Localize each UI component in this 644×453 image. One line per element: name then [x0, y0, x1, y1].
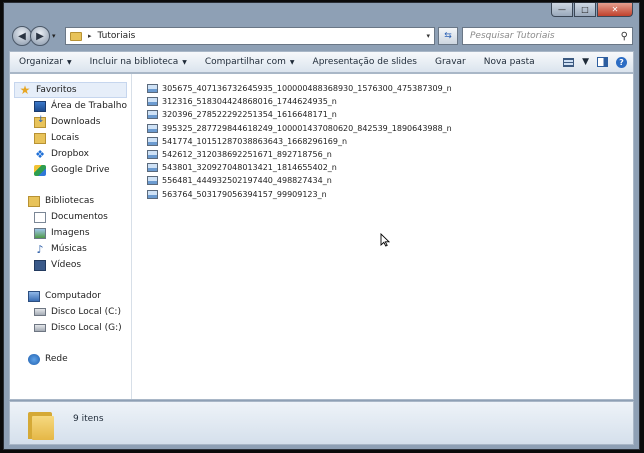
file-item[interactable]: 395325_287729844618249_100001437080620_8…: [147, 122, 452, 135]
command-bar: Organizar ▼ Incluir na biblioteca ▼ Compar…: [9, 51, 634, 73]
dropdown-arrow-icon: ▼: [182, 58, 187, 66]
back-arrow-icon: ◀: [18, 30, 26, 42]
file-item[interactable]: 320396_278522292251354_1616648171_n: [147, 108, 452, 121]
address-bar[interactable]: ▸ Tutoriais ▾: [65, 27, 435, 45]
maximize-button[interactable]: □: [574, 3, 596, 17]
libraries-icon: [28, 195, 40, 207]
close-button[interactable]: ✕: [597, 3, 633, 17]
nav-computador[interactable]: Computador: [10, 288, 131, 304]
file-item[interactable]: 312316_518304424868016_1744624935_n: [147, 95, 452, 108]
preview-pane-icon[interactable]: [597, 57, 608, 67]
folder-icon: [70, 31, 82, 41]
item-count: 9 itens: [73, 414, 104, 424]
image-file-icon: [147, 176, 158, 186]
file-list: 305675_407136732645935_100000488368930_1…: [147, 82, 452, 201]
image-file-icon: [147, 136, 158, 146]
nav-videos[interactable]: Vídeos: [10, 257, 131, 273]
back-button[interactable]: ◀: [12, 26, 32, 46]
search-icon[interactable]: ⚲: [621, 31, 628, 42]
image-file-icon: [147, 163, 158, 173]
nova-pasta-button[interactable]: Nova pasta: [475, 57, 544, 67]
navigation-pane[interactable]: ★Favoritos Área de Trabalho Downloads Lo…: [10, 74, 132, 399]
incluir-biblioteca-button[interactable]: Incluir na biblioteca ▼: [81, 57, 196, 67]
computer-icon: [28, 290, 40, 302]
gravar-button[interactable]: Gravar: [426, 57, 475, 67]
caption-buttons: — □ ✕: [551, 3, 633, 17]
nav-rede[interactable]: Rede: [10, 351, 131, 367]
file-item[interactable]: 556481_444932502197440_498827434_n: [147, 174, 452, 187]
nav-imagens[interactable]: Imagens: [10, 225, 131, 241]
nav-locais[interactable]: Locais: [10, 130, 131, 146]
view-dropdown-icon[interactable]: ▼: [582, 57, 589, 67]
hard-drive-icon: [34, 308, 46, 316]
breadcrumb-separator[interactable]: ▸: [88, 32, 92, 40]
image-file-icon: [147, 84, 158, 94]
organizar-button[interactable]: Organizar ▼: [10, 57, 81, 67]
forward-arrow-icon: ▶: [36, 30, 44, 42]
recent-places-icon: [34, 132, 46, 144]
change-view-icon[interactable]: [563, 57, 575, 67]
toolbar-right: ▼ ?: [563, 56, 633, 68]
dropdown-arrow-icon: ▼: [67, 58, 72, 66]
nav-musicas[interactable]: ♪ Músicas: [10, 241, 131, 257]
recent-pages-dropdown[interactable]: ▾: [52, 32, 56, 40]
compartilhar-button[interactable]: Compartilhar com ▼: [196, 57, 304, 67]
address-row: ◀ ▶ ▾ ▸ Tutoriais ▾ ⇆ ⚲: [10, 24, 633, 48]
image-file-icon: [147, 189, 158, 199]
file-item[interactable]: 563764_503179056394157_99909123_n: [147, 188, 452, 201]
nav-disco-g[interactable]: Disco Local (G:): [10, 320, 131, 336]
downloads-icon: [34, 115, 46, 128]
nav-bibliotecas[interactable]: Bibliotecas: [10, 193, 131, 209]
explorer-window: — □ ✕ ◀ ▶ ▾ ▸ Tutoriais ▾ ⇆ ⚲ Organizar▼…: [3, 2, 640, 450]
file-item[interactable]: 305675_407136732645935_100000488368930_1…: [147, 82, 452, 95]
music-note-icon: ♪: [36, 242, 44, 256]
file-item[interactable]: 543801_320927048013421_1814655402_n: [147, 161, 452, 174]
nav-downloads[interactable]: Downloads: [10, 114, 131, 130]
image-file-icon: [147, 150, 158, 160]
star-icon: ★: [19, 82, 31, 97]
mouse-cursor-icon: [380, 233, 390, 247]
image-file-icon: [147, 110, 158, 120]
video-icon: [34, 259, 46, 271]
details-pane: 9 itens: [9, 401, 634, 445]
search-box[interactable]: ⚲: [462, 27, 633, 45]
nav-dropbox[interactable]: ❖ Dropbox: [10, 146, 131, 162]
minimize-button[interactable]: —: [551, 3, 573, 17]
breadcrumb-tutoriais[interactable]: Tutoriais: [98, 31, 136, 41]
hard-drive-icon: [34, 324, 46, 332]
documents-icon: [34, 211, 46, 223]
help-icon[interactable]: ?: [616, 56, 627, 68]
nav-favoritos[interactable]: ★ Favoritos: [14, 82, 127, 98]
network-icon: [28, 353, 40, 365]
file-item[interactable]: 541774_10151287038863643_1668296169_n: [147, 135, 452, 148]
nav-disco-c[interactable]: Disco Local (C:): [10, 304, 131, 320]
content-area: ★Favoritos Área de Trabalho Downloads Lo…: [9, 73, 634, 400]
desktop-icon: [34, 100, 46, 112]
apresentacao-slides-button[interactable]: Apresentação de slides: [304, 57, 426, 67]
refresh-icon: ⇆: [444, 31, 452, 41]
refresh-button[interactable]: ⇆: [438, 27, 458, 45]
dropdown-arrow-icon: ▼: [289, 58, 295, 66]
image-file-icon: [147, 97, 158, 107]
nav-google-drive[interactable]: Google Drive: [10, 162, 131, 178]
dropbox-icon: ❖: [35, 147, 45, 161]
nav-area-de-trabalho[interactable]: Área de Trabalho: [10, 98, 131, 114]
address-dropdown-icon[interactable]: ▾: [426, 32, 434, 40]
nav-documentos[interactable]: Documentos: [10, 209, 131, 225]
pictures-icon: [34, 227, 46, 239]
image-file-icon: [147, 123, 158, 133]
file-item[interactable]: 542612_312038692251671_892718756_n: [147, 148, 452, 161]
folder-icon: [28, 412, 54, 440]
forward-button[interactable]: ▶: [30, 26, 50, 46]
google-drive-icon: [34, 164, 46, 176]
search-input[interactable]: [468, 30, 621, 42]
